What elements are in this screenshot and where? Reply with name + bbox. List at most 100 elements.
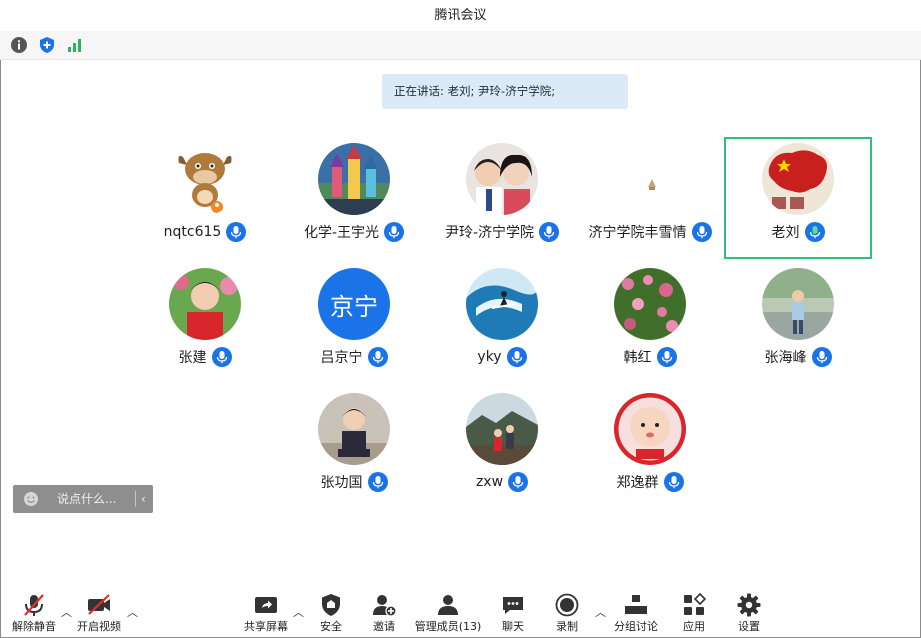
security-shield-icon: [322, 594, 340, 616]
microphone-icon: [211, 347, 232, 367]
participant-name: 老刘: [771, 225, 800, 241]
participant-tile[interactable]: 张建: [131, 262, 279, 384]
start-video-button[interactable]: 开启视频: [72, 588, 126, 636]
record-icon: [555, 593, 579, 617]
participant-name: nqtc615: [163, 224, 222, 240]
small-figure-icon: [614, 143, 686, 215]
microphone-icon: [226, 222, 247, 242]
avatar: [169, 143, 241, 215]
record-label: 录制: [556, 620, 578, 633]
settings-label: 设置: [738, 620, 760, 633]
avatar: [466, 143, 538, 215]
avatar: [466, 393, 538, 465]
unmute-label: 解除静音: [12, 620, 56, 633]
apps-label: 应用: [683, 620, 705, 633]
participant-name: 尹玲-济宁学院: [444, 225, 535, 241]
participant-name: 张海峰: [764, 350, 807, 366]
microphone-icon: [663, 472, 684, 492]
video-options-caret-icon[interactable]: ︿: [127, 604, 138, 620]
participant-tile[interactable]: yky: [428, 262, 576, 384]
participant-name: 济宁学院丰雪情: [588, 225, 687, 241]
start-video-label: 开启视频: [77, 620, 121, 633]
speaking-indicator: 正在讲话: 老刘; 尹玲-济宁学院;: [382, 74, 628, 109]
apps-button[interactable]: 应用: [674, 588, 714, 636]
gear-icon: [737, 593, 761, 617]
participant-tile[interactable]: 张海峰: [724, 262, 872, 384]
breakout-label: 分组讨论: [614, 620, 658, 633]
avatar: [614, 268, 686, 340]
avatar: [762, 143, 834, 215]
microphone-icon: [508, 472, 529, 492]
emoji-icon[interactable]: [23, 491, 39, 507]
participant-tile[interactable]: 化学-王宇光: [280, 137, 428, 259]
invite-label: 邀请: [373, 620, 395, 633]
avatar: [318, 143, 390, 215]
invite-button[interactable]: 邀请: [364, 588, 404, 636]
microphone-icon: [811, 347, 832, 367]
boy-outdoor-photo-icon: [762, 268, 834, 340]
participant-tile[interactable]: 张功国: [280, 387, 428, 509]
info-icon[interactable]: [10, 36, 28, 54]
chat-button[interactable]: 聊天: [493, 588, 533, 636]
share-options-caret-icon[interactable]: ︿: [293, 604, 304, 620]
unmute-button[interactable]: 解除静音: [8, 588, 60, 636]
flowers-photo-icon: [614, 268, 686, 340]
microphone-icon: [506, 347, 527, 367]
microphone-icon: [656, 347, 677, 367]
avatar: [614, 143, 686, 215]
video-off-icon: [88, 594, 110, 615]
breakout-rooms-icon: [625, 595, 647, 614]
microphone-icon: [539, 222, 560, 242]
security-label: 安全: [320, 620, 342, 633]
participant-tile[interactable]: 韩红: [576, 262, 724, 384]
participant-tile-active-speaker[interactable]: 老刘: [724, 137, 872, 259]
shield-icon[interactable]: [38, 36, 56, 54]
chat-label: 聊天: [502, 620, 524, 633]
mountain-photo-icon: [466, 393, 538, 465]
china-map-icon: [762, 143, 834, 215]
microphone-muted-icon: [24, 594, 44, 616]
avatar: [614, 393, 686, 465]
collapse-chevron-icon[interactable]: ‹: [141, 485, 146, 513]
avatar: [318, 393, 390, 465]
participant-name: 张功国: [320, 475, 363, 491]
participant-name: 韩红: [623, 350, 652, 366]
cow-mascot-icon: [169, 143, 241, 215]
signal-bars-icon[interactable]: [66, 36, 84, 54]
surfer-photo-icon: [466, 268, 538, 340]
record-options-caret-icon[interactable]: ︿: [595, 604, 606, 620]
audio-options-caret-icon[interactable]: ︿: [61, 604, 72, 620]
avatar: [466, 268, 538, 340]
record-button[interactable]: 录制: [547, 588, 587, 636]
baby-photo-icon: [614, 393, 686, 465]
microphone-active-icon: [804, 222, 825, 242]
microphone-icon: [384, 222, 405, 242]
participant-name: yky: [477, 349, 502, 365]
microphone-icon: [691, 222, 712, 242]
share-screen-label: 共享屏幕: [244, 620, 288, 633]
child-photo-icon: [169, 268, 241, 340]
participant-tile[interactable]: zxw: [428, 387, 576, 509]
participant-tile[interactable]: 郑逸群: [576, 387, 724, 509]
share-screen-button[interactable]: 共享屏幕: [240, 588, 292, 636]
microphone-icon: [367, 347, 388, 367]
status-bar: [0, 31, 921, 60]
castle-photo-icon: [318, 143, 390, 215]
manage-members-button[interactable]: 管理成员(13): [412, 588, 484, 636]
chat-input[interactable]: 说点什么... ‹: [13, 485, 153, 513]
participant-tile[interactable]: nqtc615: [131, 137, 279, 259]
avatar-text: 京宁: [330, 292, 378, 321]
members-icon: [438, 595, 458, 615]
breakout-rooms-button[interactable]: 分组讨论: [610, 588, 662, 636]
manage-members-label: 管理成员(13): [414, 620, 482, 633]
security-button[interactable]: 安全: [311, 588, 351, 636]
chat-divider: [135, 491, 136, 507]
participant-tile[interactable]: 济宁学院丰雪情: [576, 137, 724, 259]
chat-placeholder: 说点什么...: [57, 492, 117, 506]
participant-name: 吕京宁: [320, 350, 363, 366]
participant-tile[interactable]: 尹玲-济宁学院: [428, 137, 576, 259]
participant-name: zxw: [475, 474, 504, 490]
participant-tile[interactable]: 京宁 吕京宁: [280, 262, 428, 384]
settings-button[interactable]: 设置: [729, 588, 769, 636]
chat-bubble-icon: [503, 597, 523, 614]
